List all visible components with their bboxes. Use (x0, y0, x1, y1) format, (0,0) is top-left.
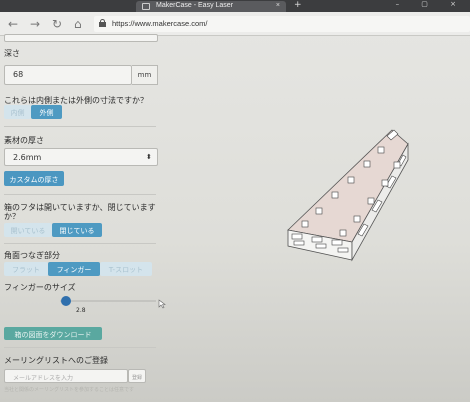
box-3d-preview[interactable] (282, 128, 422, 266)
finger-size-label: フィンガーのサイズ (4, 283, 76, 292)
divider (4, 243, 156, 244)
depth-input[interactable]: 68 (4, 65, 132, 85)
divider (4, 126, 156, 127)
previous-input-edge (4, 34, 158, 42)
inside-option[interactable]: 内側 (4, 105, 31, 119)
material-thickness-value: 2.6mm (13, 153, 42, 162)
window-controls[interactable]: – ▢ × (396, 0, 466, 8)
close-tab-icon[interactable]: × (276, 2, 280, 9)
navigation-bar: ← → ↻ ⌂ https://www.makercase.com/ (0, 12, 470, 36)
mouse-cursor-icon (158, 299, 166, 309)
new-tab-icon[interactable]: + (294, 0, 302, 10)
email-submit-button[interactable]: 登録 (128, 369, 146, 383)
tab-title: MakerCase - Easy Laser (156, 2, 234, 9)
mailing-list-label: メーリングリストへのご登録 (4, 356, 108, 365)
select-arrow-icon: ⬍ (146, 153, 152, 161)
address-bar[interactable]: https://www.makercase.com/ (94, 16, 470, 32)
tab-strip: MakerCase - Easy Laser × + – ▢ × (0, 0, 470, 12)
outside-option[interactable]: 外側 (31, 105, 62, 119)
edge-finger-option[interactable]: フィンガー (48, 262, 100, 276)
download-box-plans-button[interactable]: 箱の図面をダウンロード (4, 327, 102, 340)
lid-question: 箱のフタは開いていますか、閉じていますか？ (4, 203, 156, 221)
forward-arrow-icon[interactable]: → (30, 17, 40, 31)
custom-thickness-button[interactable]: カスタムの厚さ (4, 171, 64, 186)
back-arrow-icon[interactable]: ← (8, 17, 18, 31)
email-input[interactable]: メールアドレスを入力 (4, 369, 128, 383)
material-thickness-label: 素材の厚さ (4, 136, 44, 145)
mailing-fine-print: 当社と関係のメーリングリストを参加することは任意です (4, 387, 135, 393)
divider (4, 347, 156, 348)
lid-open-option[interactable]: 開いている (4, 223, 52, 237)
url-text: https://www.makercase.com/ (112, 19, 208, 28)
finger-size-slider-thumb[interactable] (60, 296, 71, 306)
finger-size-value: 2.8 (76, 307, 86, 314)
reload-icon[interactable]: ↻ (52, 17, 62, 31)
edge-joint-label: 角面つなぎ部分 (4, 251, 60, 260)
home-icon[interactable]: ⌂ (74, 17, 82, 31)
depth-unit: mm (132, 65, 158, 85)
edge-tslot-option[interactable]: T-スロット (100, 262, 152, 276)
finger-size-slider[interactable] (60, 300, 156, 302)
page-icon (142, 3, 150, 10)
edge-flat-option[interactable]: フラット (4, 262, 48, 276)
browser-tab-makercase[interactable]: MakerCase - Easy Laser × (136, 1, 286, 12)
material-thickness-select[interactable]: 2.6mm (4, 148, 158, 166)
depth-label: 深さ (4, 49, 20, 58)
divider (4, 194, 156, 195)
browser-screen: MakerCase - Easy Laser × + – ▢ × ← → ↻ ⌂… (0, 0, 470, 402)
lock-icon (99, 19, 106, 27)
lid-closed-option[interactable]: 閉じている (52, 223, 102, 237)
